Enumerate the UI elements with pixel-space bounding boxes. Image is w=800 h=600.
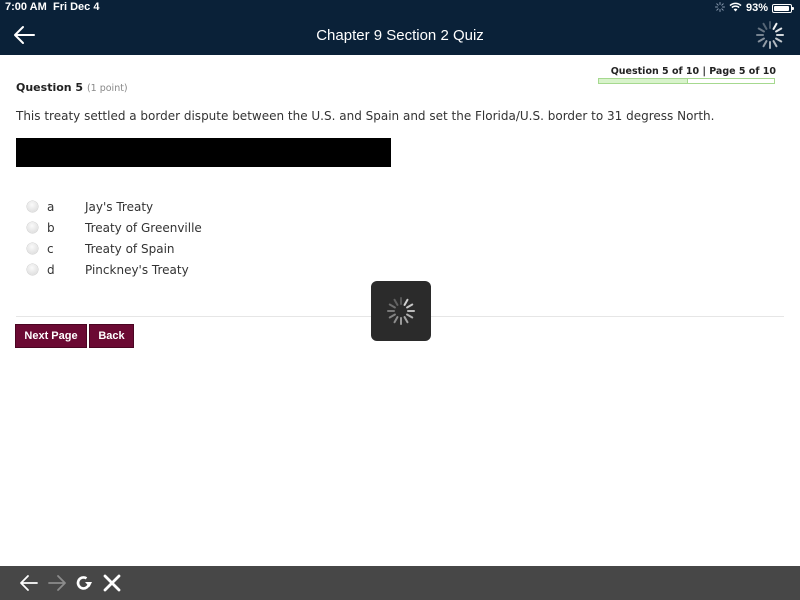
spinner-spoke [762, 40, 768, 48]
refresh-icon [76, 576, 92, 590]
spinner-spoke [757, 27, 765, 33]
question-number: Question 5 [16, 81, 84, 94]
option-text: Treaty of Greenville [85, 220, 202, 235]
radio-button[interactable] [27, 243, 38, 254]
arrow-left-icon [20, 575, 38, 591]
browser-back-button[interactable] [19, 573, 39, 593]
arrow-right-icon [48, 575, 66, 591]
option-letter: b [47, 220, 55, 235]
option-text: Treaty of Spain [85, 241, 175, 256]
close-icon [103, 574, 121, 592]
spinner-icon [755, 20, 785, 50]
option-text: Jay's Treaty [85, 199, 154, 214]
radio-button[interactable] [27, 264, 38, 275]
battery-percent: 93% [745, 2, 768, 14]
answer-option-d[interactable]: d Pinckney's Treaty [27, 259, 202, 280]
option-letter: d [47, 262, 55, 277]
spinner-spoke [757, 37, 765, 43]
answer-option-c[interactable]: c Treaty of Spain [27, 238, 202, 259]
option-letter: a [47, 199, 55, 214]
spinner-spoke [393, 316, 399, 324]
progress-fill [599, 79, 688, 83]
battery-fill [774, 5, 789, 11]
loading-overlay [371, 281, 431, 341]
browser-toolbar [0, 566, 800, 600]
page-title: Chapter 9 Section 2 Quiz [316, 27, 484, 44]
status-time: 7:00 AM [5, 1, 47, 13]
spinner-spoke [393, 298, 399, 306]
answer-option-b[interactable]: b Treaty of Greenville [27, 217, 202, 238]
activity-spinner-icon [714, 1, 725, 15]
battery-icon [772, 3, 794, 13]
browser-forward-button[interactable] [47, 573, 67, 593]
spinner-spoke [762, 22, 768, 30]
option-letter: c [47, 241, 54, 256]
browser-stop-button[interactable] [102, 573, 122, 593]
spinner-spoke [406, 313, 414, 319]
redacted-block [16, 138, 391, 167]
status-date: Fri Dec 4 [53, 1, 100, 13]
question-points: (1 point) [86, 83, 128, 94]
spinner-spoke [772, 40, 778, 48]
status-indicators: 93% [714, 1, 794, 15]
app-header: 7:00 AM Fri Dec 4 93% Chapter 9 Section … [0, 0, 800, 55]
spinner-spoke [406, 303, 414, 309]
wifi-icon [729, 2, 742, 15]
browser-refresh-button[interactable] [74, 573, 94, 593]
option-text: Pinckney's Treaty [85, 262, 189, 277]
next-page-button[interactable]: Next Page [16, 325, 86, 347]
spinner-spoke [388, 313, 396, 319]
spinner-spoke [388, 303, 396, 309]
spinner-icon [387, 297, 415, 325]
question-text: This treaty settled a border dispute bet… [16, 109, 715, 123]
question-header: Question 5 (1 point) [16, 81, 128, 94]
radio-button[interactable] [27, 222, 38, 233]
spinner-spoke [775, 37, 783, 43]
spinner-spoke [772, 22, 778, 30]
radio-button[interactable] [27, 201, 38, 212]
answer-option-a[interactable]: a Jay's Treaty [27, 196, 202, 217]
spinner-spoke [403, 298, 409, 306]
progress-bar [598, 78, 775, 84]
answer-options: a Jay's Treaty b Treaty of Greenville c … [27, 196, 202, 280]
spinner-spoke [403, 316, 409, 324]
spinner-spoke [775, 27, 783, 33]
progress-text: Question 5 of 10 | Page 5 of 10 [610, 66, 776, 77]
back-button[interactable]: Back [90, 325, 133, 347]
